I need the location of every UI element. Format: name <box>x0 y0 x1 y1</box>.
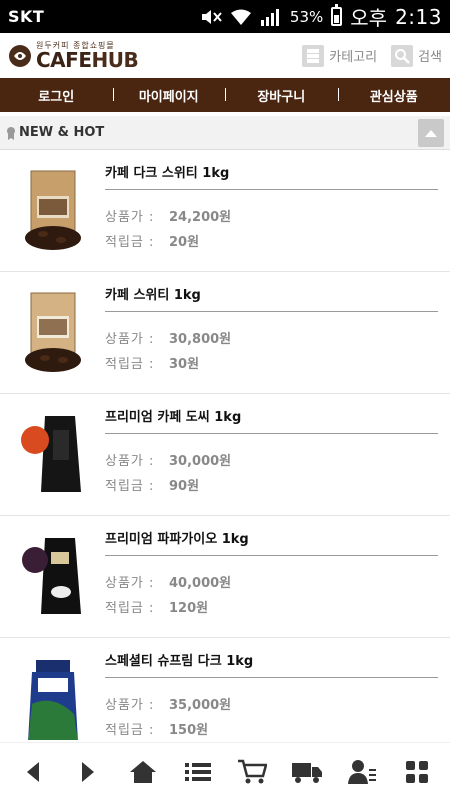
delivery-button[interactable] <box>289 754 325 790</box>
price-label: 상품가 : <box>105 576 155 591</box>
product-item[interactable]: 스페셜티 슈프림 다크 1kg 상품가 : 35,000원 적립금 : 150원 <box>0 638 450 740</box>
product-points: 150원 <box>169 723 209 738</box>
section-header: NEW & HOT <box>0 116 450 150</box>
coffee-cup-logo-icon <box>9 44 31 67</box>
clock-ampm: 오후 <box>350 6 388 30</box>
product-list: 카페 다크 스위티 1kg 상품가 : 24,200원 적립금 : 20원 카페 스… <box>0 150 450 740</box>
product-points: 90원 <box>169 479 200 494</box>
app-header: 원두커피 종합쇼핑몰 CAFEHUB 카테고리 검색 <box>0 33 450 78</box>
product-item[interactable]: 프리미엄 카페 도씨 1kg 상품가 : 30,000원 적립금 : 90원 <box>0 394 450 516</box>
clock-time: 2:13 <box>395 4 442 29</box>
home-icon <box>129 760 156 783</box>
product-item[interactable]: 카페 스위티 1kg 상품가 : 30,800원 적립금 : 30원 <box>0 272 450 394</box>
price-label: 상품가 : <box>105 454 155 469</box>
product-image[interactable] <box>0 150 105 272</box>
medal-icon <box>7 126 15 140</box>
cart-button[interactable] <box>234 754 270 790</box>
product-image[interactable] <box>0 272 105 394</box>
product-name[interactable]: 프리미엄 파파가이오 1kg <box>105 528 438 556</box>
nav-mypage[interactable]: 마이페이지 <box>112 86 226 105</box>
nav-login[interactable]: 로그인 <box>0 86 113 105</box>
carrier-name: SKT <box>8 7 45 26</box>
product-image[interactable] <box>0 638 105 740</box>
price-label: 상품가 : <box>105 332 155 347</box>
points-label: 적립금 : <box>105 723 155 738</box>
delivery-truck-icon <box>292 762 323 783</box>
wifi-icon <box>230 9 251 25</box>
product-image[interactable] <box>0 516 105 638</box>
points-label: 적립금 : <box>105 357 155 372</box>
product-price: 24,200원 <box>169 210 232 225</box>
category-button[interactable]: 카테고리 <box>302 44 378 67</box>
points-label: 적립금 : <box>105 601 155 616</box>
my-page-icon <box>347 759 376 784</box>
list-icon <box>184 762 211 781</box>
scroll-top-button[interactable] <box>418 118 444 147</box>
product-price: 30,000원 <box>169 454 232 469</box>
category-label: 카테고리 <box>329 50 378 65</box>
points-label: 적립금 : <box>105 235 155 250</box>
menu-button[interactable] <box>399 754 435 790</box>
price-label: 상품가 : <box>105 698 155 713</box>
points-label: 적립금 : <box>105 479 155 494</box>
battery-icon <box>331 4 343 26</box>
my-page-button[interactable] <box>344 754 380 790</box>
product-price: 40,000원 <box>169 576 232 591</box>
status-bar: SKT 53% 오후 2:13 <box>0 0 450 33</box>
product-image[interactable] <box>0 394 105 516</box>
product-item[interactable]: 카페 다크 스위티 1kg 상품가 : 24,200원 적립금 : 20원 <box>0 150 450 272</box>
chevron-up-icon <box>425 129 437 137</box>
forward-button[interactable] <box>70 754 106 790</box>
cafehub-logo[interactable]: 원두커피 종합쇼핑몰 CAFEHUB <box>8 41 139 72</box>
bottom-toolbar <box>0 742 450 800</box>
mute-icon <box>201 9 222 24</box>
cart-icon <box>238 759 268 783</box>
product-points: 30원 <box>169 357 200 372</box>
battery-percent: 53% <box>289 7 324 26</box>
grid-menu-icon <box>405 760 428 783</box>
product-name[interactable]: 카페 스위티 1kg <box>105 284 438 312</box>
logo-wordmark: CAFEHUB <box>36 47 139 72</box>
signal-icon <box>260 8 279 26</box>
nav-cart[interactable]: 장바구니 <box>225 86 338 105</box>
search-label: 검색 <box>418 50 442 65</box>
list-button[interactable] <box>180 754 216 790</box>
main-nav: 로그인 마이페이지 장바구니 관심상품 <box>0 78 450 112</box>
search-button[interactable]: 검색 <box>391 44 442 67</box>
product-name[interactable]: 카페 다크 스위티 1kg <box>105 162 438 190</box>
product-name[interactable]: 스페셜티 슈프림 다크 1kg <box>105 650 438 678</box>
home-button[interactable] <box>125 754 161 790</box>
product-points: 20원 <box>169 235 200 250</box>
nav-wishlist[interactable]: 관심상품 <box>337 86 450 105</box>
product-price: 30,800원 <box>169 332 232 347</box>
category-icon <box>302 44 325 67</box>
back-button[interactable] <box>15 754 51 790</box>
section-title: NEW & HOT <box>19 125 105 140</box>
price-label: 상품가 : <box>105 210 155 225</box>
product-item[interactable]: 프리미엄 파파가이오 1kg 상품가 : 40,000원 적립금 : 120원 <box>0 516 450 638</box>
forward-icon <box>82 761 95 782</box>
product-name[interactable]: 프리미엄 카페 도씨 1kg <box>105 406 438 434</box>
search-icon <box>391 44 414 67</box>
back-icon <box>27 761 40 782</box>
product-price: 35,000원 <box>169 698 232 713</box>
product-points: 120원 <box>169 601 209 616</box>
